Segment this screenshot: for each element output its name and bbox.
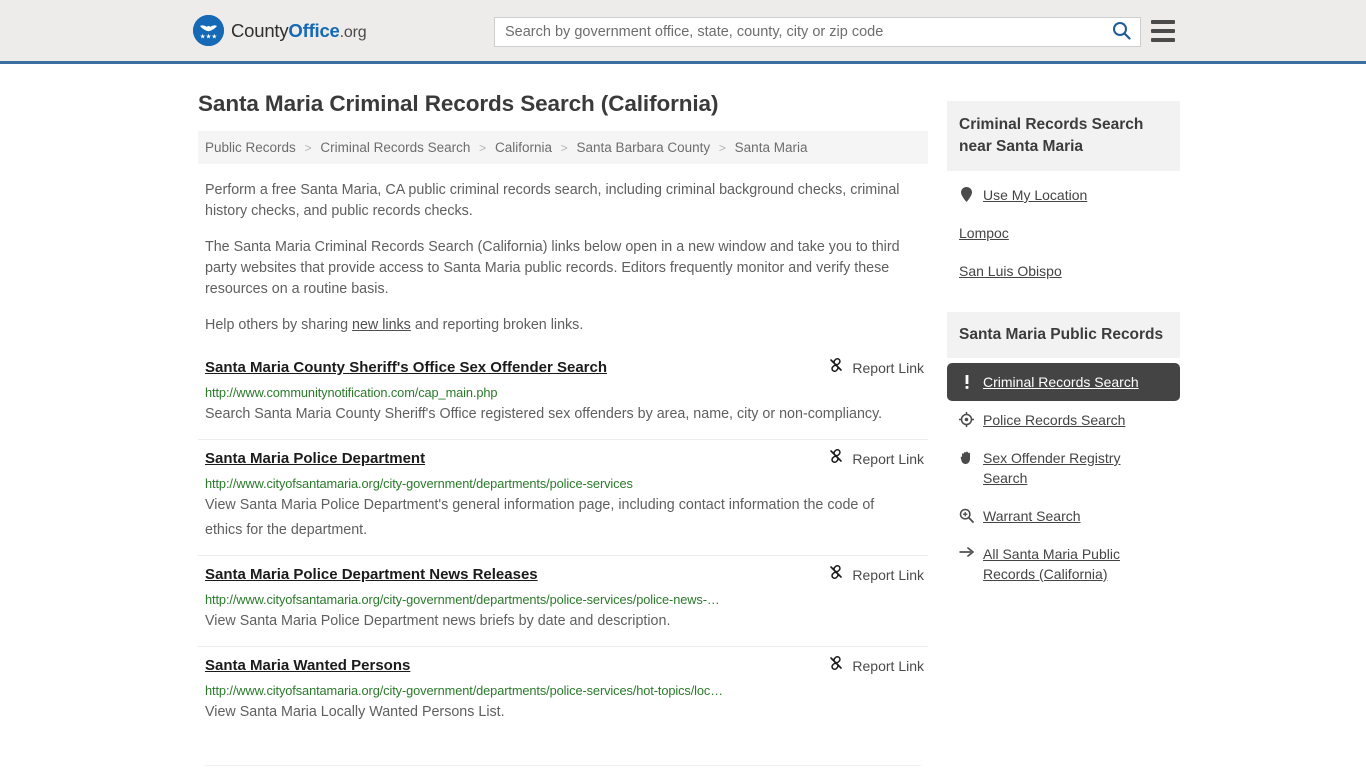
broken-link-icon: [828, 655, 844, 676]
result-title-link[interactable]: Santa Maria County Sheriff's Office Sex …: [205, 359, 607, 376]
sidebar-item-police-records-search[interactable]: Police Records Search: [947, 401, 1180, 439]
result-url[interactable]: http://www.communitynotification.com/cap…: [205, 385, 921, 400]
arrow-right-icon: [959, 546, 974, 558]
breadcrumb-item-3[interactable]: Santa Barbara County: [577, 140, 711, 155]
search-bar: [494, 17, 1141, 47]
breadcrumb-item-0[interactable]: Public Records: [205, 140, 296, 155]
breadcrumb-separator: >: [304, 141, 312, 155]
broken-link-icon: [828, 564, 844, 585]
report-link-button[interactable]: Report Link: [828, 655, 924, 676]
page-body: Santa Maria Criminal Records Search (Cal…: [0, 64, 1366, 766]
result-title-link[interactable]: Santa Maria Police Department News Relea…: [205, 566, 538, 583]
intro-paragraph-1: Perform a free Santa Maria, CA public cr…: [205, 182, 900, 219]
result-title-link[interactable]: Santa Maria Wanted Persons: [205, 657, 410, 674]
page-title: Santa Maria Criminal Records Search (Cal…: [198, 91, 719, 116]
breadcrumb: Public Records > Criminal Records Search…: [198, 131, 928, 164]
svg-text:★★★: ★★★: [200, 33, 218, 41]
result-description: View Santa Maria Police Department news …: [205, 613, 671, 629]
result-row: Santa Maria Police Department Report Lin…: [198, 439, 928, 555]
sidebar-item-san-luis-obispo[interactable]: San Luis Obispo: [947, 252, 1180, 290]
result-row: Santa Maria Police Department News Relea…: [198, 555, 928, 646]
logo-text-office: Office: [288, 19, 340, 41]
search-button[interactable]: [1102, 18, 1140, 46]
report-link-label: Report Link: [852, 450, 924, 467]
sidebar-nearby-heading: Criminal Records Search near Santa Maria: [947, 101, 1180, 171]
result-description: View Santa Maria Police Department's gen…: [205, 497, 875, 538]
exclamation-icon: [959, 374, 974, 390]
result-description: View Santa Maria Locally Wanted Persons …: [205, 704, 505, 720]
breadcrumb-separator: >: [479, 141, 487, 155]
result-url[interactable]: http://www.cityofsantamaria.org/city-gov…: [205, 683, 921, 698]
main-content: Santa Maria Criminal Records Search (Cal…: [198, 64, 928, 766]
hamburger-menu-icon[interactable]: [1151, 20, 1175, 42]
sidebar-item-criminal-records-search[interactable]: Criminal Records Search: [947, 363, 1180, 401]
logo-wordmark: CountyOffice.org: [231, 19, 367, 42]
sidebar-item-label[interactable]: Sex Offender Registry Search: [983, 448, 1168, 488]
breadcrumb-separator: >: [718, 141, 726, 155]
report-link-button[interactable]: Report Link: [828, 448, 924, 469]
police-badge-icon: [959, 412, 974, 427]
sidebar-item-label[interactable]: All Santa Maria Public Records (Californ…: [983, 544, 1168, 584]
sidebar-item-label[interactable]: Police Records Search: [983, 410, 1125, 430]
site-logo[interactable]: ★★★ CountyOffice.org: [193, 15, 367, 46]
result-url[interactable]: http://www.cityofsantamaria.org/city-gov…: [205, 592, 921, 607]
sidebar-item-use-my-location[interactable]: Use My Location: [947, 176, 1180, 214]
sidebar-item-label[interactable]: San Luis Obispo: [959, 261, 1062, 281]
logo-text-county: County: [231, 19, 289, 41]
hand-icon: [959, 450, 974, 465]
sidebar-item-sex-offender-registry-search[interactable]: Sex Offender Registry Search: [947, 439, 1180, 497]
sidebar-item-warrant-search[interactable]: Warrant Search: [947, 497, 1180, 535]
result-title-link[interactable]: Santa Maria Police Department: [205, 450, 425, 467]
broken-link-icon: [828, 357, 844, 378]
section-divider: [205, 765, 921, 766]
eagle-seal-icon: ★★★: [193, 15, 224, 46]
sidebar-item-label[interactable]: Use My Location: [983, 185, 1087, 205]
result-url[interactable]: http://www.cityofsantamaria.org/city-gov…: [205, 476, 921, 491]
report-link-label: Report Link: [852, 657, 924, 674]
report-link-label: Report Link: [852, 566, 924, 583]
report-link-button[interactable]: Report Link: [828, 357, 924, 378]
sidebar-nearby-block: Criminal Records Search near Santa Maria…: [947, 101, 1180, 290]
report-link-button[interactable]: Report Link: [828, 564, 924, 585]
breadcrumb-item-2[interactable]: California: [495, 140, 552, 155]
logo-text-tld: .org: [339, 23, 367, 41]
sidebar-item-label[interactable]: Warrant Search: [983, 506, 1081, 526]
sidebar-public-records-block: Santa Maria Public Records Criminal Reco…: [947, 312, 1180, 593]
sidebar-item-lompoc[interactable]: Lompoc: [947, 214, 1180, 252]
map-pin-icon: [959, 187, 974, 202]
breadcrumb-separator: >: [560, 141, 568, 155]
sidebar: Criminal Records Search near Santa Maria…: [947, 64, 1180, 766]
sidebar-public-records-list: Criminal Records Search Police Records S…: [947, 363, 1180, 593]
magnifier-plus-icon: [959, 508, 974, 523]
help-prefix: Help others by sharing: [205, 317, 353, 333]
result-row: Santa Maria County Sheriff's Office Sex …: [198, 357, 928, 439]
sidebar-nearby-list: Use My Location Lompoc San Luis Obispo: [947, 176, 1180, 290]
result-description: Search Santa Maria County Sheriff's Offi…: [205, 406, 883, 422]
new-links-link[interactable]: new links: [352, 317, 411, 333]
result-row: Santa Maria Wanted Persons Report Link h…: [198, 646, 928, 737]
broken-link-icon: [828, 448, 844, 469]
sidebar-item-label[interactable]: Criminal Records Search: [983, 372, 1139, 392]
breadcrumb-item-4[interactable]: Santa Maria: [735, 140, 808, 155]
sidebar-item-all-public-records[interactable]: All Santa Maria Public Records (Californ…: [947, 535, 1180, 593]
search-input[interactable]: [495, 18, 1102, 46]
help-paragraph: Help others by sharing new links and rep…: [205, 315, 905, 336]
breadcrumb-item-1[interactable]: Criminal Records Search: [320, 140, 470, 155]
sidebar-public-records-heading: Santa Maria Public Records: [947, 312, 1180, 358]
results-list: Santa Maria County Sheriff's Office Sex …: [198, 357, 928, 737]
intro-paragraph-2: The Santa Maria Criminal Records Search …: [205, 239, 900, 297]
search-icon: [1112, 21, 1131, 43]
site-header: ★★★ CountyOffice.org: [0, 0, 1366, 64]
help-suffix: and reporting broken links.: [410, 317, 584, 333]
report-link-label: Report Link: [852, 359, 924, 376]
sidebar-item-label[interactable]: Lompoc: [959, 223, 1009, 243]
